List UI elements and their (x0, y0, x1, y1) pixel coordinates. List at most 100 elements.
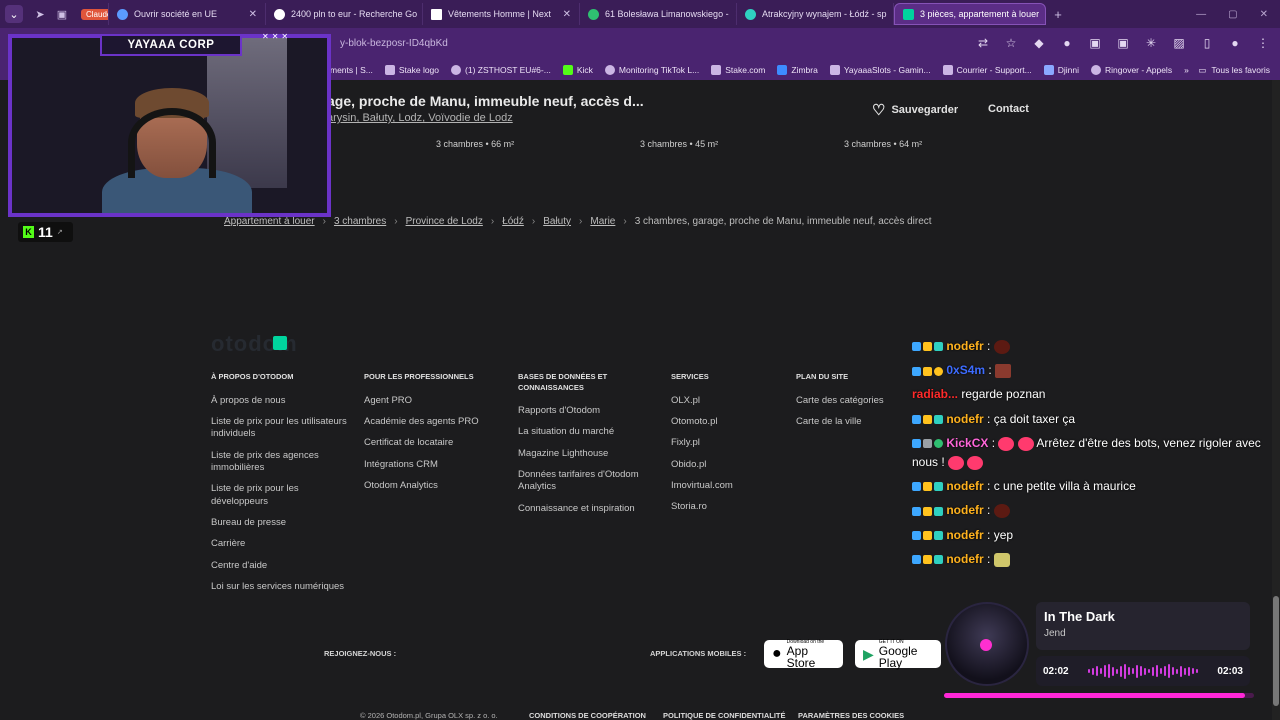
chat-username[interactable]: radiab... (912, 387, 958, 401)
extension-icon[interactable]: ✳ (1144, 36, 1158, 50)
similar-listing-info[interactable]: 3 chambres • 45 m² (640, 139, 718, 149)
extension-icon[interactable]: ◆ (1032, 36, 1046, 50)
tab-ouvrir-societe[interactable]: Ouvrir société en UE ✕ (109, 3, 266, 25)
sidebar-icon[interactable]: ▯ (1200, 36, 1214, 50)
footer-legal-link[interactable]: POLITIQUE DE CONFIDENTIALITÉ (663, 711, 786, 720)
footer-legal-link[interactable]: PARAMÈTRES DES COOKIES (798, 711, 904, 720)
scrollbar-thumb[interactable] (1273, 596, 1279, 706)
tab-wynajem[interactable]: Atrakcyjny wynajem - Łódź - sp✕ (737, 3, 894, 25)
chevron-right-icon[interactable]: » (1184, 65, 1189, 75)
breadcrumb-link[interactable]: Łódź (502, 216, 524, 227)
tab-search-button[interactable]: ⌄ (5, 5, 23, 23)
bookmark-star-icon[interactable]: ☆ (1004, 36, 1018, 50)
bookmark-item[interactable]: Stake.com (711, 65, 765, 75)
tab-claude[interactable]: Claude (73, 3, 109, 25)
bookmark-item[interactable]: Djinni (1043, 65, 1079, 75)
extension-icon[interactable]: ▣ (1116, 36, 1130, 50)
footer-link[interactable]: OLX.pl (671, 395, 811, 407)
footer-link[interactable]: La situation du marché (518, 426, 643, 438)
footer-link[interactable]: Fixly.pl (671, 437, 811, 449)
listing-location-link[interactable]: arysin, Bałuty, Lodz, Voïvodie de Lodz (327, 112, 513, 124)
extension-icon[interactable]: ● (1060, 36, 1074, 50)
similar-listing-info[interactable]: 3 chambres • 66 m² (436, 139, 514, 149)
url-field[interactable]: y-blok-bezposr-ID4qbKd (340, 38, 448, 49)
chat-badges (912, 414, 943, 424)
footer-legal-link[interactable]: CONDITIONS DE COOPÉRATION (529, 711, 646, 720)
footer-link[interactable]: Liste de prix des agences immobilières (211, 450, 351, 475)
emote-icon (993, 552, 1010, 567)
bookmark-item[interactable]: Zimbra (777, 65, 818, 75)
similar-listing-info[interactable]: 3 chambres • 64 m² (844, 139, 922, 149)
bookmark-item[interactable]: Monitoring TikTok L... (604, 65, 699, 75)
footer-link[interactable]: Liste de prix pour les utilisateurs indi… (211, 416, 351, 441)
chat-username[interactable]: nodefr (946, 528, 983, 542)
bookmark-item[interactable]: Kick (562, 65, 593, 75)
close-icon[interactable]: ✕ (249, 9, 257, 20)
chat-username[interactable]: nodefr (946, 339, 983, 353)
breadcrumb-link[interactable]: 3 chambres (334, 216, 386, 227)
tab-label: Claude (81, 8, 108, 20)
footer-link[interactable]: Carte de la ville (796, 416, 906, 428)
contact-button[interactable]: Contact (988, 103, 1029, 115)
footer-link[interactable]: Données tarifaires d'Otodom Analytics (518, 469, 643, 494)
footer-link[interactable]: Imovirtual.com (671, 480, 811, 492)
save-button[interactable]: ♡ Sauvegarder (872, 101, 958, 119)
chat-username[interactable]: KickCX (946, 436, 988, 450)
app-store-button[interactable]: ● Download on the App Store (764, 639, 843, 669)
tab-google-search[interactable]: 2400 pln to eur - Recherche Go✕ (266, 3, 423, 25)
footer-link[interactable]: Certificat de locataire (364, 437, 504, 449)
bookmark-item[interactable]: (1) ZSTHOST EU#6-... (451, 65, 551, 75)
chat-message: nodefr : yep (912, 526, 1262, 545)
footer-link[interactable]: Obido.pl (671, 459, 811, 471)
tab-next[interactable]: Vêtements Homme | Next ✕ (423, 3, 580, 25)
minimize-icon[interactable]: — (1196, 9, 1206, 20)
chat-username[interactable]: nodefr (946, 479, 983, 493)
all-bookmarks-button[interactable]: ▭ Tous les favoris (1198, 60, 1270, 80)
breadcrumb-link[interactable]: Appartement à louer (224, 216, 315, 227)
chat-badges (912, 555, 943, 565)
breadcrumb-link[interactable]: Province de Lodz (406, 216, 483, 227)
footer-link[interactable]: Carrière (211, 538, 351, 550)
bookmark-item[interactable]: Courrier - Support... (942, 65, 1032, 75)
new-tab-button[interactable]: + (1046, 7, 1070, 22)
footer-link[interactable]: Rapports d'Otodom (518, 405, 643, 417)
footer-link[interactable]: Centre d'aide (211, 560, 351, 572)
maximize-icon[interactable]: ▢ (1228, 9, 1237, 20)
tab-otodom-active[interactable]: 3 pièces, appartement à louer✕ (894, 3, 1046, 25)
bookmark-item[interactable]: YayaaaSlots - Gamin... (829, 65, 931, 75)
menu-icon[interactable]: ⋮ (1256, 36, 1270, 50)
footer-link[interactable]: Bureau de presse (211, 517, 351, 529)
close-icon[interactable]: ✕ (563, 9, 571, 20)
footer-link[interactable]: Intégrations CRM (364, 459, 504, 471)
chat-username[interactable]: nodefr (946, 552, 983, 566)
bookmark-item[interactable]: Stake logo (384, 65, 439, 75)
chat-text: yep (993, 527, 1014, 542)
footer-link[interactable]: Agent PRO (364, 395, 504, 407)
bookmark-item[interactable]: ments | S... (330, 65, 373, 75)
google-play-button[interactable]: ▶ GET IT ON Google Play (855, 639, 941, 669)
footer-link[interactable]: Magazine Lighthouse (518, 448, 643, 460)
tab-bolestawa[interactable]: 61 Bolesława Limanowskiego -✕ (580, 3, 737, 25)
footer-link[interactable]: Connaissance et inspiration (518, 503, 643, 515)
footer-link[interactable]: Carte des catégories (796, 395, 906, 407)
footer-link[interactable]: À propos de nous (211, 395, 351, 407)
chat-username[interactable]: 0xS4m (946, 363, 985, 377)
footer-link[interactable]: Académie des agents PRO (364, 416, 504, 428)
breadcrumb-link[interactable]: Bałuty (543, 216, 571, 227)
footer-link[interactable]: Otomoto.pl (671, 416, 811, 428)
pinned-tab-icon[interactable]: ▣ (51, 3, 73, 25)
footer-link[interactable]: Otodom Analytics (364, 480, 504, 492)
breadcrumb-link[interactable]: Marie (590, 216, 615, 227)
footer-link[interactable]: Storia.ro (671, 501, 811, 513)
chat-username[interactable]: nodefr (946, 503, 983, 517)
telegram-tab-icon[interactable]: ➤ (29, 3, 51, 25)
avatar[interactable]: ● (1228, 36, 1242, 50)
chat-username[interactable]: nodefr (946, 412, 983, 426)
close-window-icon[interactable]: ✕ (1260, 9, 1268, 20)
translate-icon[interactable]: ⇄ (976, 36, 990, 50)
extension-icon[interactable]: ▣ (1088, 36, 1102, 50)
bookmark-item[interactable]: Ringover - Appels (1090, 65, 1172, 75)
puzzle-icon[interactable]: ▨ (1172, 36, 1186, 50)
footer-link[interactable]: Loi sur les services numériques (211, 581, 351, 593)
footer-link[interactable]: Liste de prix pour les développeurs (211, 483, 351, 508)
